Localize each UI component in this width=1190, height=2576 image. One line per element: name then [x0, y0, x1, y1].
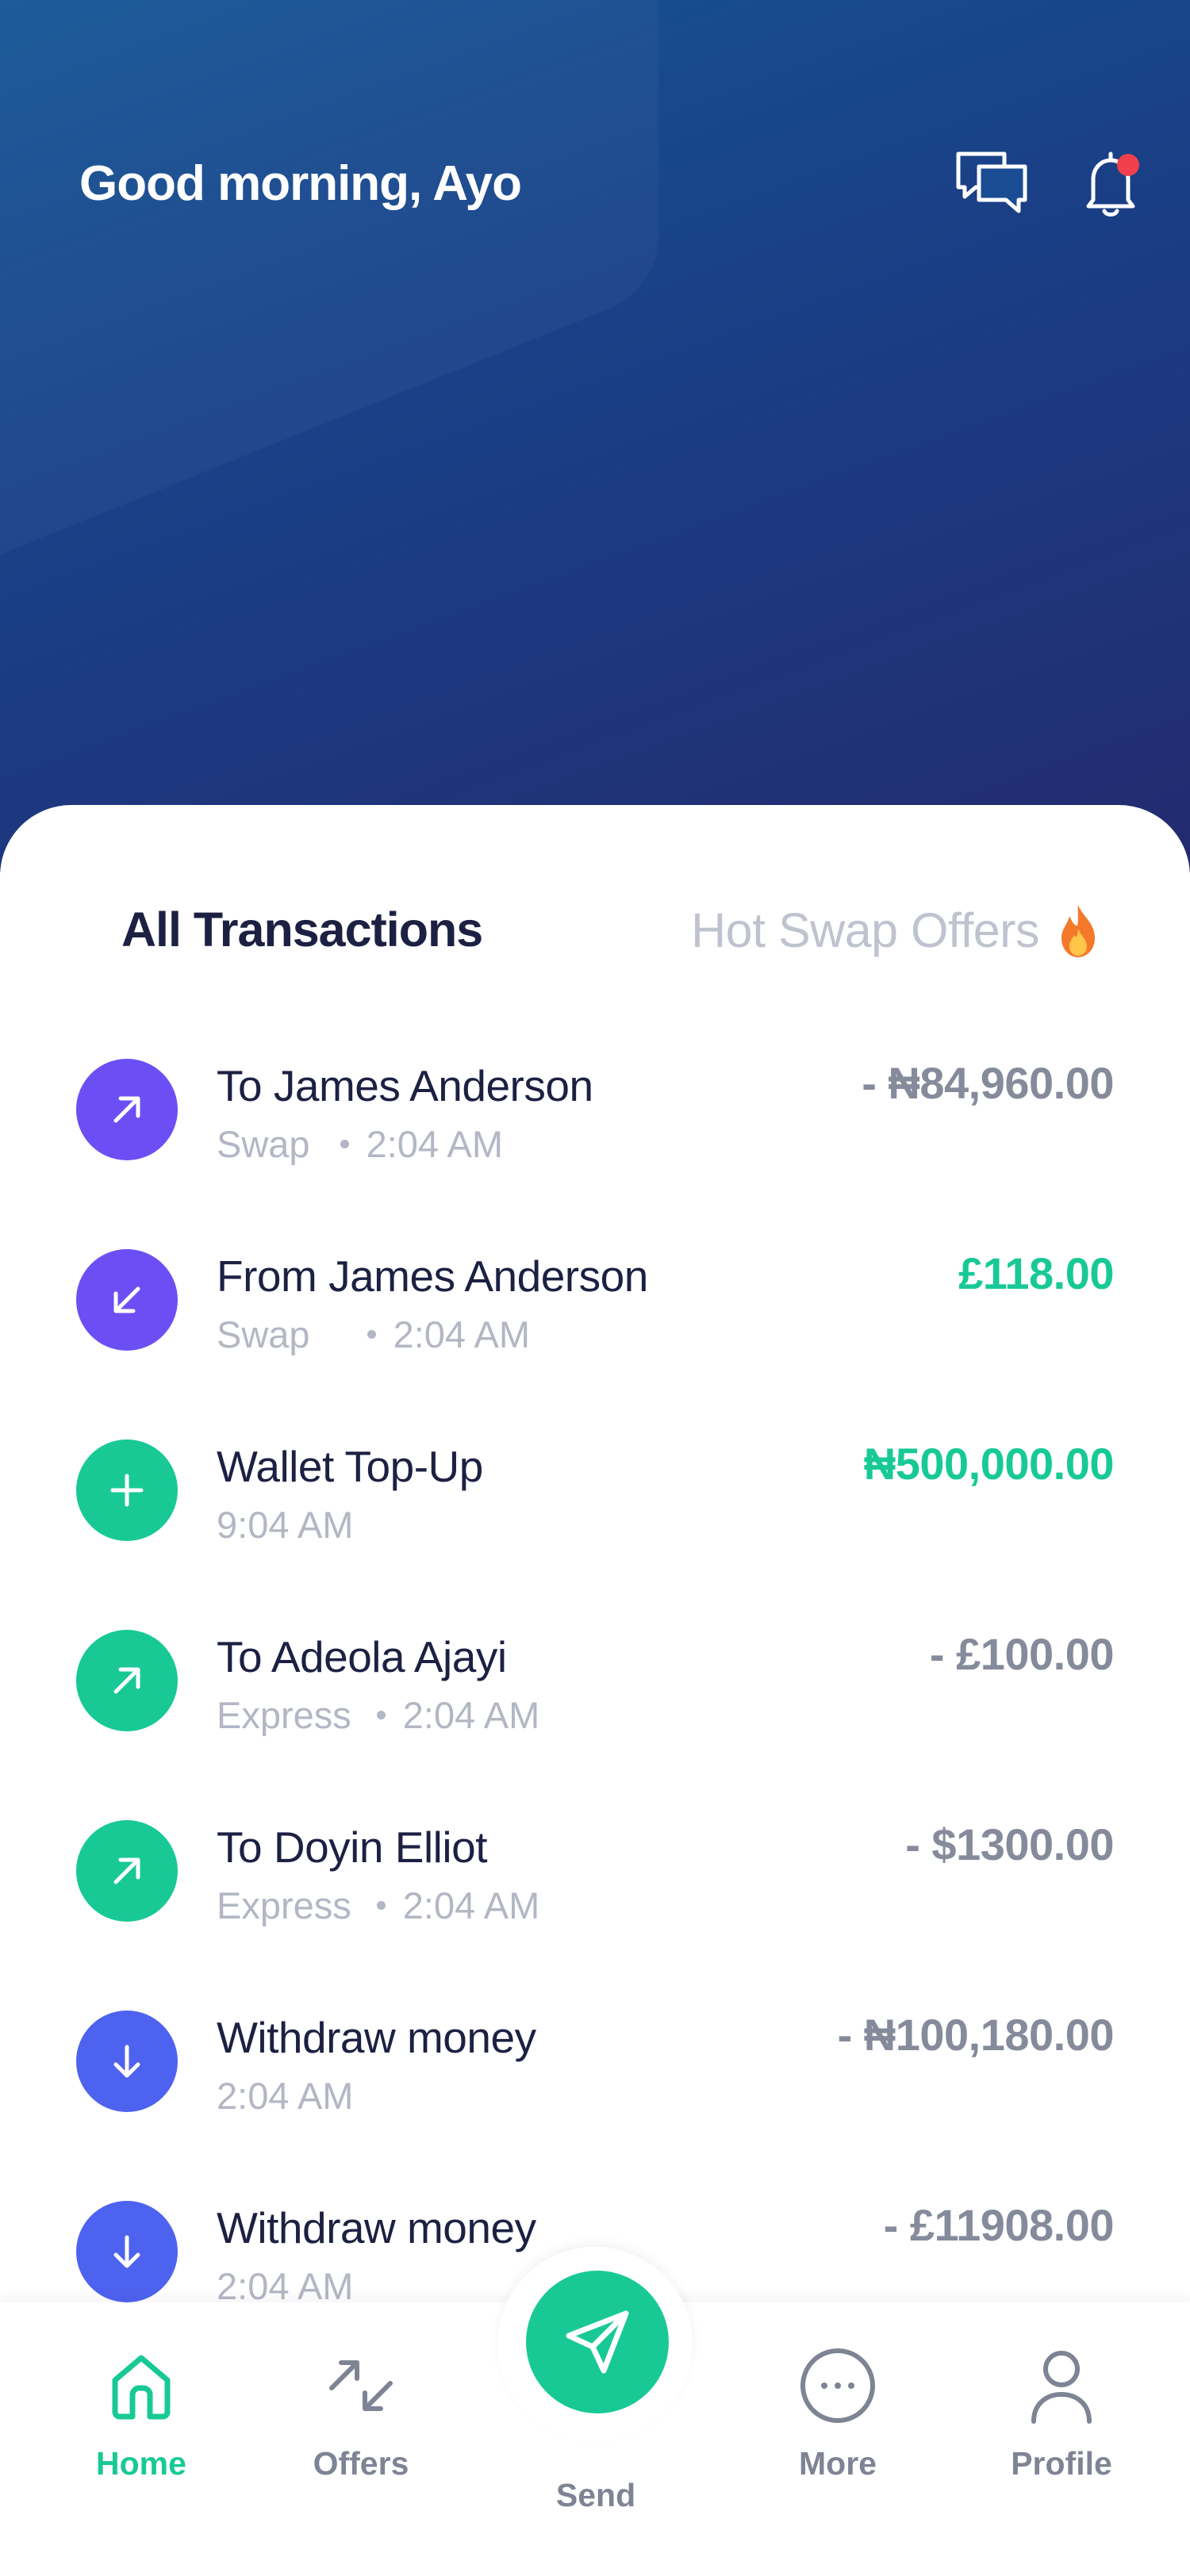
plus-icon: [76, 1439, 178, 1541]
transaction-row[interactable]: Wallet Top-Up 9:04 AM ₦500,000.00: [0, 1424, 1190, 1614]
transaction-meta: Express 2:04 AM: [217, 1693, 539, 1737]
arrow-down-left-icon: [76, 1249, 178, 1351]
transaction-list: To James Anderson Swap 2:04 AM - ₦84,960…: [0, 1043, 1190, 2375]
arrow-up-right-icon: [76, 1630, 178, 1731]
transaction-meta: 2:04 AM: [217, 2074, 353, 2118]
tab-hot-swap-offers[interactable]: Hot Swap Offers: [691, 902, 1103, 959]
notification-dot: [1117, 154, 1139, 176]
transaction-amount: - £100.00: [929, 1629, 1115, 1679]
transaction-meta: Swap 2:04 AM: [217, 1122, 503, 1166]
transaction-time: 2:04 AM: [217, 2075, 354, 2117]
meta-separator: [376, 1711, 386, 1719]
nav-offers-label: Offers: [313, 2445, 409, 2482]
transaction-row[interactable]: To Adeola Ajayi Express 2:04 AM - £100.0…: [0, 1614, 1190, 1804]
transaction-time: 2:04 AM: [393, 1313, 531, 1355]
greeting-text: Good morning, Ayo: [79, 156, 522, 211]
nav-more[interactable]: More: [750, 2342, 925, 2482]
transaction-title: To James Anderson: [217, 1061, 593, 1110]
transaction-row[interactable]: Withdraw money 2:04 AM - ₦100,180.00: [0, 1995, 1190, 2185]
user-icon: [1031, 2351, 1092, 2424]
transaction-amount: £118.00: [958, 1248, 1114, 1298]
transaction-meta: Swap 2:04 AM: [217, 1313, 530, 1356]
nav-more-label: More: [799, 2445, 877, 2482]
fire-icon: [1061, 905, 1095, 957]
arrow-up-right-icon: [76, 1059, 178, 1160]
swap-arrows-icon: [329, 2360, 393, 2411]
transaction-amount: - ₦84,960.00: [862, 1058, 1114, 1108]
transaction-title: Withdraw money: [217, 2013, 536, 2062]
transaction-title: Withdraw money: [217, 2203, 536, 2252]
transaction-tabs: All Transactions Hot Swap Offers: [0, 884, 1190, 979]
transaction-time: 2:04 AM: [366, 1123, 504, 1165]
paper-plane-icon: [566, 2310, 629, 2374]
transaction-type: Swap: [217, 1123, 310, 1165]
transaction-time: 2:04 AM: [217, 2265, 354, 2307]
arrow-down-icon: [76, 2201, 178, 2302]
transaction-meta: Express 2:04 AM: [217, 1884, 539, 1927]
nav-profile-label: Profile: [1011, 2445, 1112, 2482]
transaction-type: Express: [217, 1884, 351, 1926]
transaction-row[interactable]: To James Anderson Swap 2:04 AM - ₦84,960…: [0, 1043, 1190, 1233]
meta-separator: [340, 1140, 349, 1148]
nav-send-label[interactable]: Send: [509, 2477, 683, 2514]
transaction-time: 9:04 AM: [217, 1504, 354, 1546]
header-banner: Good morning, Ayo: [0, 0, 1190, 872]
home-icon: [112, 2355, 171, 2420]
transaction-amount: - $1300.00: [905, 1819, 1114, 1869]
transaction-type: Express: [217, 1694, 351, 1736]
nav-offers[interactable]: Offers: [274, 2342, 448, 2482]
transaction-meta: 2:04 AM: [217, 2264, 353, 2308]
meta-separator: [367, 1330, 376, 1339]
tab-hot-swap-offers-label: Hot Swap Offers: [691, 903, 1039, 957]
chat-icon[interactable]: [952, 143, 1031, 222]
transaction-type: Swap: [217, 1313, 310, 1355]
nav-home-label: Home: [96, 2445, 186, 2482]
arrow-up-right-icon: [76, 1820, 178, 1922]
transaction-meta: 9:04 AM: [217, 1503, 353, 1547]
nav-home[interactable]: Home: [54, 2342, 228, 2482]
transaction-row[interactable]: From James Anderson Swap 2:04 AM £118.00: [0, 1233, 1190, 1424]
transaction-time: 2:04 AM: [402, 1884, 540, 1926]
transaction-row[interactable]: To Doyin Elliot Express 2:04 AM - $1300.…: [0, 1804, 1190, 1995]
arrow-down-icon: [76, 2011, 178, 2112]
transaction-amount: - ₦100,180.00: [837, 2010, 1115, 2060]
transaction-amount: ₦500,000.00: [863, 1439, 1115, 1489]
meta-separator: [376, 1901, 386, 1910]
transaction-amount: - £11908.00: [883, 2200, 1115, 2250]
header-decoration: [0, 0, 658, 619]
transaction-time: 2:04 AM: [402, 1694, 540, 1736]
transaction-title: From James Anderson: [217, 1252, 648, 1301]
transaction-title: To Doyin Elliot: [217, 1823, 487, 1872]
tab-all-transactions[interactable]: All Transactions: [121, 902, 483, 957]
bottom-navigation: Home Offers Send More Profile: [0, 2247, 1190, 2576]
transaction-title: To Adeola Ajayi: [217, 1632, 507, 1681]
transaction-title: Wallet Top-Up: [217, 1442, 483, 1491]
bell-icon[interactable]: [1071, 143, 1150, 222]
nav-profile[interactable]: Profile: [974, 2342, 1149, 2482]
more-icon: [800, 2348, 875, 2423]
send-button[interactable]: [526, 2271, 669, 2413]
